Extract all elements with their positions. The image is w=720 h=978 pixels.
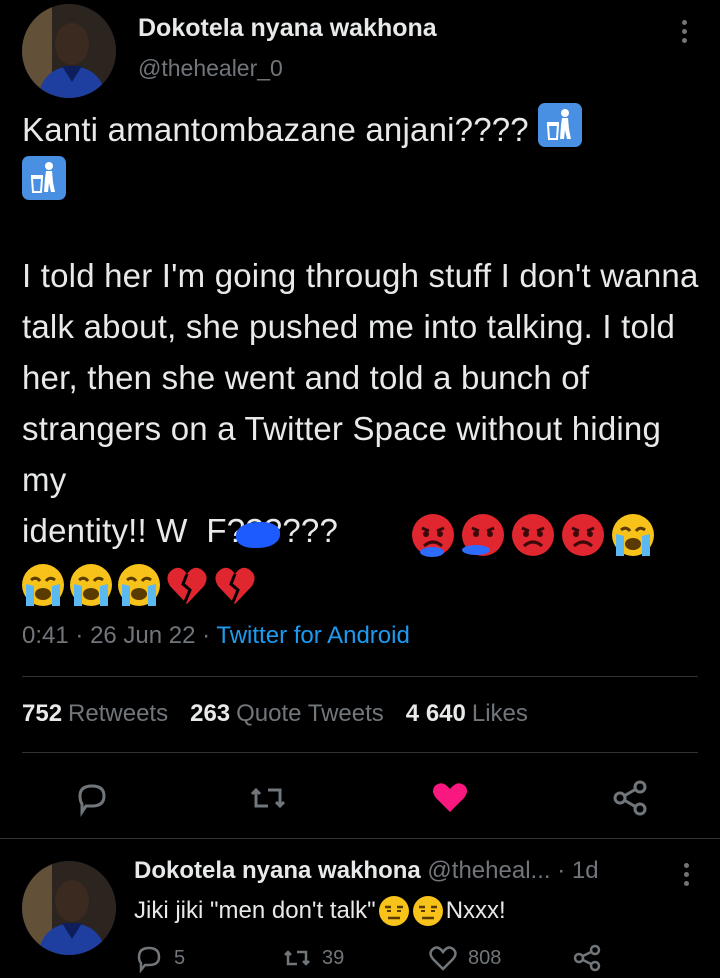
- retweets-stat[interactable]: 752 Retweets: [22, 700, 168, 728]
- retweet-icon[interactable]: [248, 778, 288, 818]
- reply-author-handle[interactable]: @theheal...: [427, 857, 550, 884]
- divider: [22, 676, 698, 677]
- emoji-group-line-end: [410, 512, 656, 558]
- reply-icon[interactable]: [72, 778, 112, 818]
- crying-face-emoji: [118, 564, 160, 606]
- crying-face-emoji: [22, 564, 64, 606]
- tweet-stats: 752 Retweets 263 Quote Tweets 4 640 Likes: [22, 700, 528, 728]
- emoji-group-second-line: [20, 562, 258, 608]
- tweet-date[interactable]: 26 Jun 22: [90, 622, 195, 649]
- crying-face-emoji: [612, 514, 654, 556]
- reply-reply-button[interactable]: 5: [134, 943, 185, 973]
- broken-heart-emoji: [167, 567, 207, 604]
- reply-share-button[interactable]: [572, 943, 602, 973]
- author-avatar[interactable]: [22, 4, 116, 98]
- reply-like-button[interactable]: 808: [428, 943, 501, 973]
- more-icon[interactable]: [674, 859, 698, 889]
- share-icon: [573, 944, 601, 972]
- reply-tweet[interactable]: Dokotela nyana wakhona @theheal... · 1d …: [0, 839, 720, 978]
- tweet-text-paragraph: I told her I'm going through stuff I don…: [22, 257, 699, 498]
- reply-text-end: Nxxx!: [445, 897, 506, 924]
- like-icon: [429, 946, 457, 971]
- retweets-count: 752: [22, 700, 63, 727]
- tweet-text-line1: Kanti amantombazane anjani????: [22, 103, 583, 155]
- more-icon[interactable]: [672, 16, 696, 46]
- meta-separator: ·: [202, 622, 211, 649]
- reply-text: Jiki jiki "men don't talk" Nxxx!: [134, 895, 506, 927]
- tweet-text-last-line: identity!! W F??????: [22, 512, 339, 549]
- author-handle[interactable]: @thehealer_0: [138, 55, 283, 82]
- tweet-source-link[interactable]: Twitter for Android: [216, 622, 409, 649]
- tweet-text-title: Kanti amantombazane anjani????: [22, 111, 529, 148]
- reply-actions: 5 39 808: [134, 943, 714, 977]
- retweets-label: Retweets: [68, 700, 169, 727]
- broken-heart-emoji: [215, 567, 255, 604]
- tweet-meta: 0:41 · 26 Jun 22 · Twitter for Android: [22, 622, 410, 650]
- wastebasket-emoji-2: [22, 156, 66, 200]
- reply-author-avatar[interactable]: [22, 861, 116, 955]
- reply-count: 5: [174, 946, 186, 969]
- reply-author-name[interactable]: Dokotela nyana wakhona: [134, 857, 421, 884]
- like-icon-filled[interactable]: [430, 778, 470, 818]
- angry-face-emoji: [412, 514, 454, 557]
- meta-separator: ·: [75, 622, 84, 649]
- tweet-time: 0:41: [22, 622, 69, 649]
- avatar-photo: [22, 4, 116, 98]
- share-icon[interactable]: [610, 778, 650, 818]
- unamused-face-emoji: [378, 896, 409, 926]
- quote-tweets-stat[interactable]: 263 Quote Tweets: [190, 700, 384, 728]
- likes-count: 4 640: [405, 700, 466, 727]
- wastebasket-emoji: [538, 103, 583, 147]
- scribble-redaction: [236, 522, 280, 548]
- crying-face-emoji: [70, 564, 112, 606]
- angry-face-emoji: [512, 514, 554, 556]
- reply-icon: [137, 946, 161, 973]
- like-count: 808: [468, 946, 502, 969]
- likes-label: Likes: [471, 700, 528, 727]
- tweet-actions: [0, 772, 720, 822]
- avatar-photo: [22, 861, 116, 955]
- reply-time-ago: · 1d: [557, 857, 599, 884]
- angry-face-emoji: [462, 514, 504, 556]
- likes-stat[interactable]: 4 640 Likes: [406, 700, 528, 728]
- retweet-count: 39: [322, 946, 345, 969]
- reply-text-start: Jiki jiki "men don't talk": [134, 897, 376, 924]
- reply-header: Dokotela nyana wakhona @theheal... · 1d: [134, 857, 599, 885]
- unamused-face-emoji: [412, 896, 443, 926]
- divider: [22, 752, 698, 753]
- angry-face-emoji: [562, 514, 604, 556]
- retweet-icon: [284, 950, 310, 966]
- author-name[interactable]: Dokotela nyana wakhona: [138, 14, 437, 43]
- reply-retweet-button[interactable]: 39: [282, 943, 344, 973]
- quotes-label: Quote Tweets: [236, 700, 384, 727]
- quotes-count: 263: [190, 700, 231, 727]
